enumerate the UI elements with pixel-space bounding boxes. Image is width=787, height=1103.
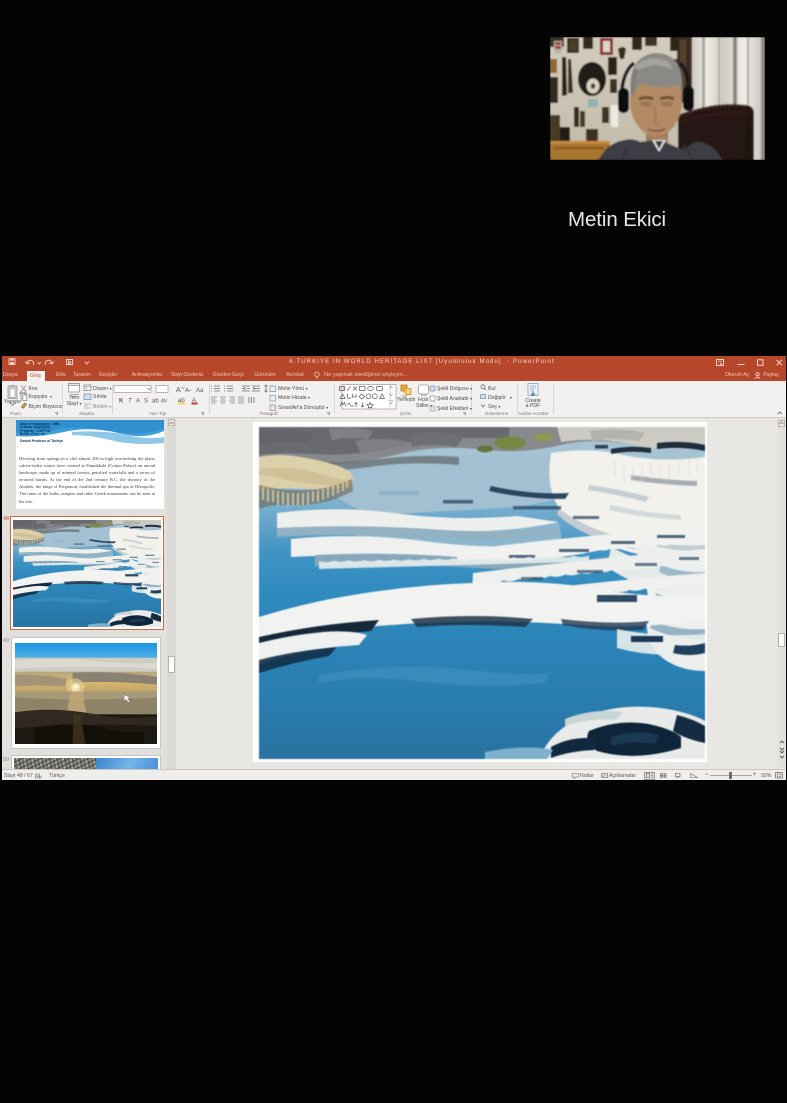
- svg-text:A: A: [136, 398, 140, 404]
- svg-text:AV: AV: [161, 398, 168, 404]
- svg-text:K: K: [119, 398, 124, 404]
- svg-text:A: A: [176, 387, 181, 394]
- svg-text:S: S: [144, 398, 148, 404]
- svg-text:T: T: [128, 398, 133, 404]
- svg-text:Aa: Aa: [196, 388, 204, 394]
- svg-text:ab: ab: [152, 398, 159, 404]
- svg-text:A: A: [185, 388, 189, 394]
